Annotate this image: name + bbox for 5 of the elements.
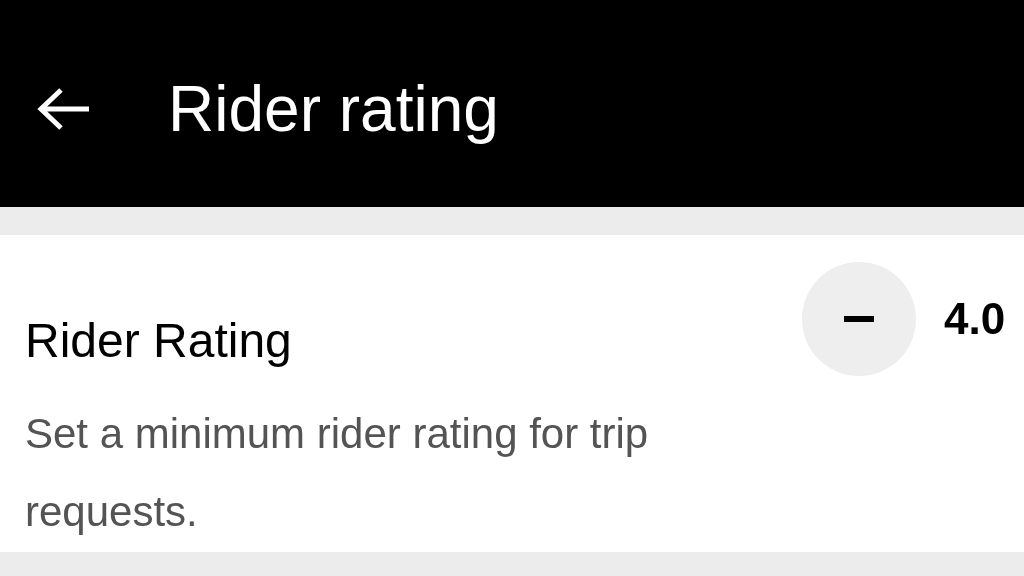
rating-value: 4.0 [944,293,1007,345]
minus-icon [844,316,874,322]
setting-description: Set a minimum rider rating for trip requests. [25,409,650,537]
setting-title: Rider Rating [25,317,293,365]
back-arrow-icon [37,86,91,131]
